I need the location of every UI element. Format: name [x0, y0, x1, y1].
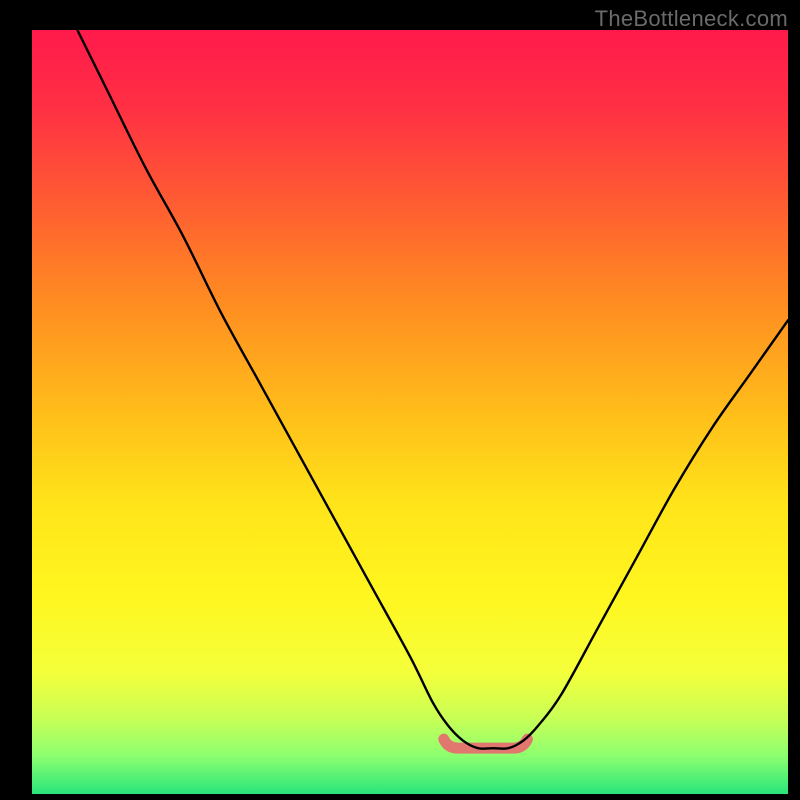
gradient-background: [32, 30, 788, 794]
plot-area: [32, 30, 788, 794]
chart-frame: TheBottleneck.com: [0, 0, 800, 800]
watermark-text: TheBottleneck.com: [595, 6, 788, 32]
gradient-chart: [32, 30, 788, 794]
